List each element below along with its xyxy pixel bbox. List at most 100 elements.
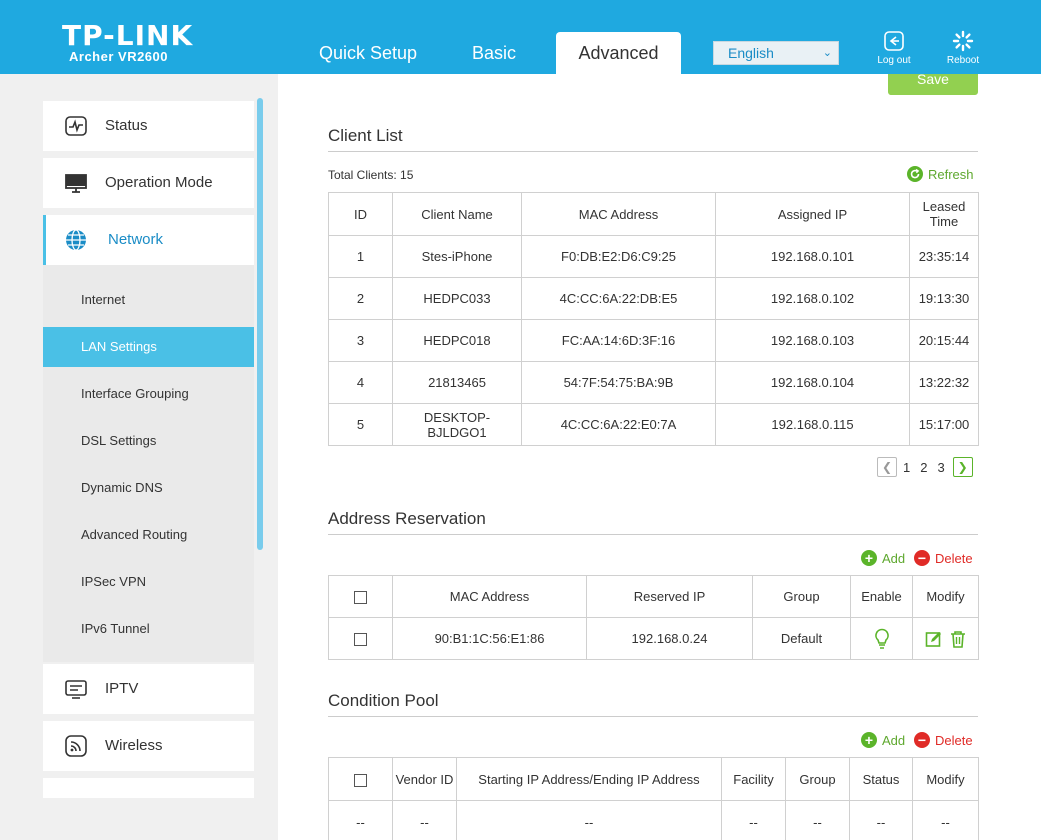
cell-enable — [850, 617, 913, 660]
submenu-ipv6-tunnel[interactable]: IPv6 Tunnel — [43, 609, 254, 649]
edit-icon[interactable] — [925, 630, 943, 648]
submenu-dynamic-dns[interactable]: Dynamic DNS — [43, 468, 254, 508]
logout-button[interactable]: Log out — [869, 30, 919, 66]
cell-ip: 192.168.0.102 — [715, 277, 910, 320]
cell-client-name: HEDPC018 — [392, 319, 522, 362]
sidebar-item-status[interactable]: Status — [43, 101, 254, 151]
page-number[interactable]: 1 — [903, 460, 910, 475]
minus-icon: − — [914, 732, 930, 748]
sidebar-item-wireless[interactable]: Wireless — [43, 721, 254, 771]
cell-mac: 90:B1:1C:56:E1:86 — [392, 617, 587, 660]
submenu-advanced-routing[interactable]: Advanced Routing — [43, 515, 254, 555]
column-header: Reserved IP — [586, 575, 753, 618]
sidebar-item-label: Status — [105, 117, 148, 134]
reservation-add-button[interactable]: + Add — [861, 550, 905, 566]
select-all-checkbox[interactable] — [354, 591, 367, 605]
cell-leased-time: 23:35:14 — [909, 235, 979, 278]
reservation-delete-button[interactable]: − Delete — [914, 550, 973, 566]
column-header: Client Name — [392, 192, 522, 236]
cell-leased-time: 20:15:44 — [909, 319, 979, 362]
cell-mac: 4C:CC:6A:22:E0:7A — [521, 403, 716, 446]
pool-add-button[interactable]: + Add — [861, 732, 905, 748]
add-label: Add — [882, 732, 906, 748]
sidebar-item-network[interactable]: Network — [43, 215, 254, 265]
cell-ip: 192.168.0.103 — [715, 319, 910, 362]
column-header: Leased Time — [909, 192, 979, 236]
table-row: 2 HEDPC033 4C:CC:6A:22:DB:E5 192.168.0.1… — [328, 277, 979, 320]
row-checkbox[interactable] — [354, 633, 367, 647]
cell-client-name: HEDPC033 — [392, 277, 522, 320]
client-list-title: Client List — [328, 126, 403, 145]
reboot-button[interactable]: Reboot — [938, 30, 988, 66]
submenu-dsl-settings[interactable]: DSL Settings — [43, 421, 254, 461]
pool-delete-button[interactable]: − Delete — [914, 732, 973, 748]
logout-label: Log out — [877, 55, 911, 66]
column-header: Modify — [912, 575, 979, 618]
plus-icon: + — [861, 732, 877, 748]
sidebar-item-partial[interactable] — [43, 778, 254, 798]
empty-cell: -- — [912, 800, 979, 840]
table-header-row: MAC Address Reserved IP Group Enable Mod… — [328, 575, 979, 618]
condition-pool-title: Condition Pool — [328, 691, 439, 710]
table-row: 3 HEDPC018 FC:AA:14:6D:3F:16 192.168.0.1… — [328, 319, 979, 362]
select-all-checkbox[interactable] — [354, 773, 367, 787]
submenu-lan-settings[interactable]: LAN Settings — [43, 327, 254, 367]
cell-reserved-ip: 192.168.0.24 — [586, 617, 753, 660]
logout-icon — [884, 31, 904, 51]
chevron-down-icon: ⌄ — [822, 47, 832, 59]
save-button[interactable]: Save — [888, 74, 978, 95]
refresh-button[interactable]: Refresh — [907, 166, 974, 182]
sidebar-item-operation-mode[interactable]: Operation Mode — [43, 158, 254, 208]
sidebar-item-label: Wireless — [105, 737, 163, 754]
prev-page-button[interactable]: ❮ — [877, 457, 897, 477]
select-cell — [328, 617, 393, 660]
minus-icon: − — [914, 550, 930, 566]
table-header-row: Vendor ID Starting IP Address/Ending IP … — [328, 757, 979, 801]
table-row: 90:B1:1C:56:E1:86 192.168.0.24 Default — [328, 617, 979, 660]
address-reservation-title: Address Reservation — [328, 509, 486, 528]
cell-mac: F0:DB:E2:D6:C9:25 — [521, 235, 716, 278]
empty-cell: -- — [785, 800, 850, 840]
language-select[interactable]: English ⌄ — [713, 41, 839, 65]
cell-mac: 54:7F:54:75:BA:9B — [521, 361, 716, 404]
page-number[interactable]: 3 — [937, 460, 944, 475]
cell-client-name: DESKTOP-BJLDGO1 — [392, 403, 522, 446]
section-divider — [328, 151, 978, 152]
column-header: MAC Address — [521, 192, 716, 236]
lightbulb-icon[interactable] — [874, 628, 890, 650]
column-header: MAC Address — [392, 575, 587, 618]
select-all-cell — [328, 575, 393, 618]
tab-advanced[interactable]: Advanced — [556, 32, 681, 74]
submenu-ipsec-vpn[interactable]: IPSec VPN — [43, 562, 254, 602]
column-header: Modify — [912, 757, 979, 801]
delete-label: Delete — [935, 550, 973, 566]
section-divider — [328, 534, 978, 535]
reboot-label: Reboot — [946, 55, 980, 66]
page-number[interactable]: 2 — [920, 460, 927, 475]
column-header: Group — [785, 757, 850, 801]
column-header: Group — [752, 575, 851, 618]
tv-icon — [65, 680, 87, 699]
sidebar-scrollbar[interactable] — [257, 98, 263, 550]
cell-client-name: 21813465 — [392, 361, 522, 404]
tab-quick-setup[interactable]: Quick Setup — [300, 32, 436, 74]
total-clients: Total Clients: 15 — [328, 168, 414, 182]
reboot-icon — [952, 30, 974, 52]
brand-logo: TP-LINK — [62, 19, 194, 52]
table-row: 4 21813465 54:7F:54:75:BA:9B 192.168.0.1… — [328, 361, 979, 404]
cell-leased-time: 19:13:30 — [909, 277, 979, 320]
refresh-label: Refresh — [928, 166, 974, 182]
sidebar-item-iptv[interactable]: IPTV — [43, 664, 254, 714]
column-header: Status — [849, 757, 913, 801]
refresh-icon — [907, 166, 923, 182]
submenu-interface-grouping[interactable]: Interface Grouping — [43, 374, 254, 414]
section-divider — [328, 716, 978, 717]
tab-basic[interactable]: Basic — [448, 32, 540, 74]
cell-group: Default — [752, 617, 851, 660]
trash-icon[interactable] — [950, 630, 966, 648]
submenu-internet[interactable]: Internet — [43, 280, 254, 320]
empty-cell: -- — [328, 800, 393, 840]
empty-cell: -- — [721, 800, 786, 840]
empty-cell: -- — [392, 800, 457, 840]
next-page-button[interactable]: ❯ — [952, 457, 973, 477]
